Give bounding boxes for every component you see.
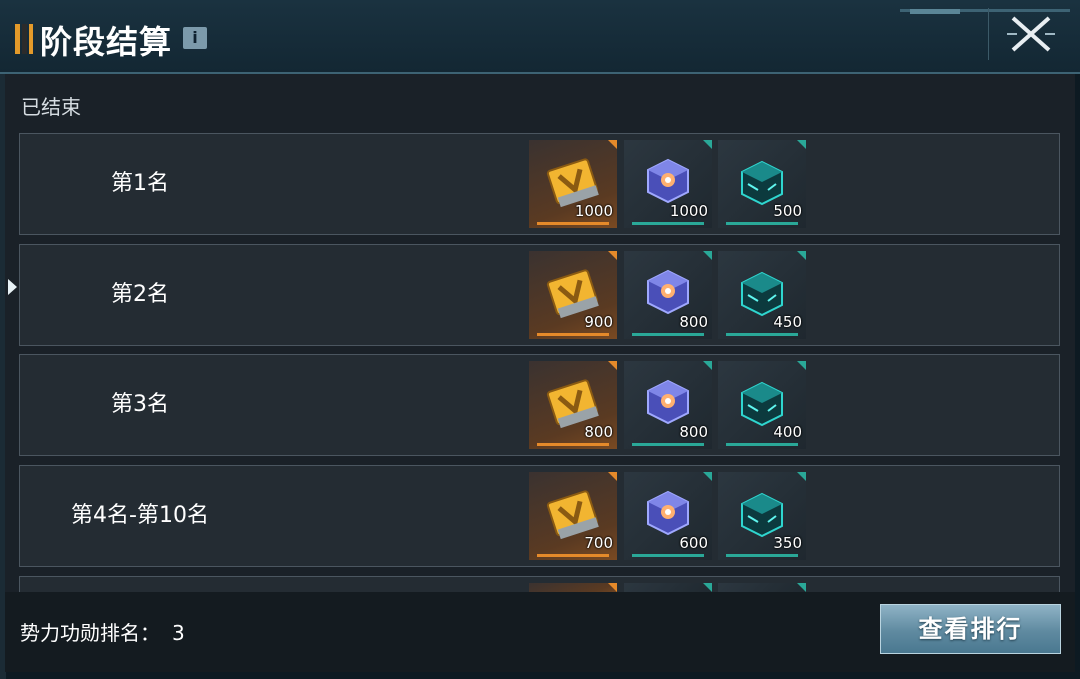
reward-item[interactable]: 800 (624, 251, 712, 339)
corner-mark (797, 251, 806, 260)
close-icon (1007, 16, 1055, 52)
reward-item[interactable]: 350 (718, 472, 806, 560)
reward-quantity: 500 (773, 202, 802, 220)
reward-item[interactable]: 800 (529, 361, 617, 449)
reward-item[interactable]: 1000 (529, 140, 617, 228)
rank-label: 第4名-第10名 (71, 503, 209, 528)
corner-mark (797, 140, 806, 149)
rarity-bar (632, 554, 704, 557)
rarity-bar (726, 222, 798, 225)
corner-mark (608, 472, 617, 481)
reward-quantity: 800 (679, 423, 708, 441)
merit-rank: 势力功勋排名： 3 (20, 617, 185, 646)
reward-quantity: 800 (584, 423, 613, 441)
corner-mark (703, 251, 712, 260)
reward-quantity: 400 (773, 423, 802, 441)
reward-quantity: 1000 (669, 202, 708, 220)
corner-mark (608, 361, 617, 370)
corner-mark (608, 140, 617, 149)
rarity-bar (632, 333, 704, 336)
rarity-bar (537, 333, 609, 336)
reward-quantity: 1000 (574, 202, 613, 220)
reward-quantity: 800 (679, 313, 708, 331)
rarity-bar (537, 554, 609, 557)
corner-mark (797, 583, 806, 592)
corner-mark (797, 361, 806, 370)
merit-rank-label: 势力功勋排名： (20, 621, 160, 645)
corner-mark (608, 251, 617, 260)
reward-item[interactable]: 400 (718, 361, 806, 449)
close-button[interactable] (988, 8, 1069, 60)
reward-quantity: 900 (584, 313, 613, 331)
view-ranking-button[interactable]: 查看排行 (880, 604, 1061, 654)
title-stripes-icon (15, 24, 35, 54)
page-title: 阶段结算 (40, 23, 173, 61)
reward-quantity: 600 (679, 534, 708, 552)
merit-rank-value: 3 (172, 621, 185, 645)
corner-mark (703, 472, 712, 481)
reward-item[interactable]: 600 (624, 472, 712, 560)
rarity-bar (537, 222, 609, 225)
reward-item[interactable]: 500 (718, 140, 806, 228)
rarity-bar (537, 443, 609, 446)
rarity-bar (632, 443, 704, 446)
rank-label: 第2名 (111, 282, 169, 307)
rarity-bar (726, 443, 798, 446)
corner-mark (797, 472, 806, 481)
rarity-bar (726, 554, 798, 557)
expand-arrow-icon[interactable] (8, 279, 17, 295)
header-bar: 阶段结算 i (0, 0, 1080, 74)
reward-item[interactable]: 800 (624, 361, 712, 449)
rarity-bar (632, 222, 704, 225)
corner-mark (608, 583, 617, 592)
header-decoration (900, 0, 1070, 14)
reward-quantity: 350 (773, 534, 802, 552)
rank-row: 第4名-第10名 700 600 350 (19, 465, 1060, 567)
status-label: 已结束 (21, 95, 81, 119)
rank-label: 第3名 (111, 392, 169, 417)
reward-item[interactable]: 700 (529, 472, 617, 560)
rarity-bar (726, 333, 798, 336)
rank-row: 第3名 800 800 400 (19, 354, 1060, 456)
corner-mark (703, 361, 712, 370)
info-button[interactable]: i (183, 27, 207, 49)
rank-row: 第1名 1000 1000 500 (19, 133, 1060, 235)
reward-quantity: 700 (584, 534, 613, 552)
corner-mark (703, 583, 712, 592)
reward-item[interactable]: 450 (718, 251, 806, 339)
reward-quantity: 450 (773, 313, 802, 331)
reward-item[interactable]: 1000 (624, 140, 712, 228)
reward-item[interactable]: 900 (529, 251, 617, 339)
rank-label: 第1名 (111, 171, 169, 196)
corner-mark (703, 140, 712, 149)
rank-row: 第2名 900 800 450 (19, 244, 1060, 346)
